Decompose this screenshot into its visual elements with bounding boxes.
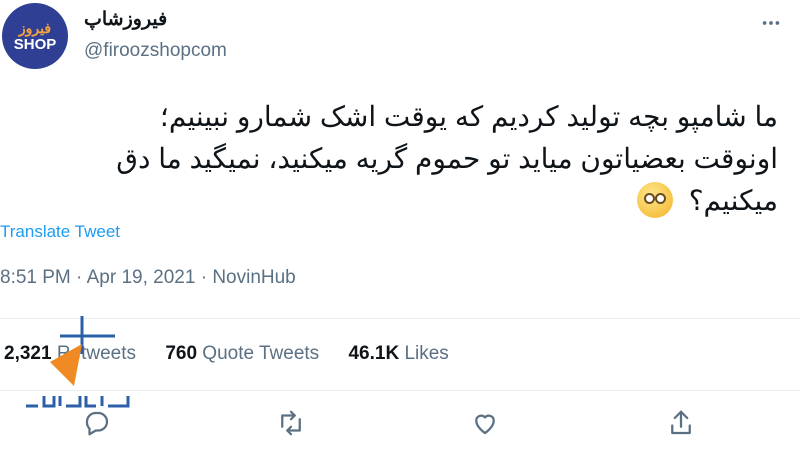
tweet-source[interactable]: NovinHub: [212, 267, 295, 288]
likes-stat[interactable]: 46.1K Likes: [348, 343, 448, 364]
translate-tweet-link[interactable]: Translate Tweet: [0, 222, 120, 242]
quotes-label: Quote Tweets: [202, 343, 320, 364]
author-handle[interactable]: @firoozshopcom: [84, 40, 227, 62]
likes-count: 46.1K: [348, 343, 400, 364]
tweet-meta: 8:51 PM · Apr 19, 2021 · NovinHub: [0, 267, 296, 289]
tweet-line: اونوقت بعضیاتون میاید تو حموم گریه میکنی…: [116, 143, 778, 174]
meta-separator: ·: [200, 267, 213, 288]
retweet-icon[interactable]: [276, 408, 306, 438]
tweet-header: فيروز SHOP فيروزشاپ @firoozshopcom: [0, 0, 800, 80]
like-icon[interactable]: [470, 408, 500, 438]
watermark-logo-icon: [26, 316, 130, 408]
likes-label: Likes: [404, 343, 449, 364]
avatar-brand-en: SHOP: [13, 35, 57, 53]
tweet-text: ما شامپو بچه تولید کردیم که یوقت اشک شما…: [18, 96, 778, 222]
tweet-line-last: میکنیم؟: [18, 180, 778, 222]
share-icon[interactable]: [666, 408, 696, 438]
author-display-name[interactable]: فيروزشاپ: [84, 8, 167, 31]
quotes-count: 760: [165, 343, 198, 364]
tweet-line: ما شامپو بچه تولید کردیم که یوقت اشک شما…: [159, 101, 778, 132]
tweet-time[interactable]: 8:51 PM: [0, 267, 71, 288]
rolling-eyes-emoji-icon: [636, 182, 673, 218]
more-icon[interactable]: [760, 12, 782, 34]
meta-separator: ·: [76, 267, 87, 288]
quotes-stat[interactable]: 760 Quote Tweets: [165, 343, 324, 364]
tweet-date[interactable]: Apr 19, 2021: [87, 267, 196, 288]
avatar-brand-fa: فيروز: [18, 19, 52, 36]
avatar[interactable]: فيروز SHOP: [2, 3, 68, 69]
tweet-line: میکنیم؟: [688, 185, 778, 216]
